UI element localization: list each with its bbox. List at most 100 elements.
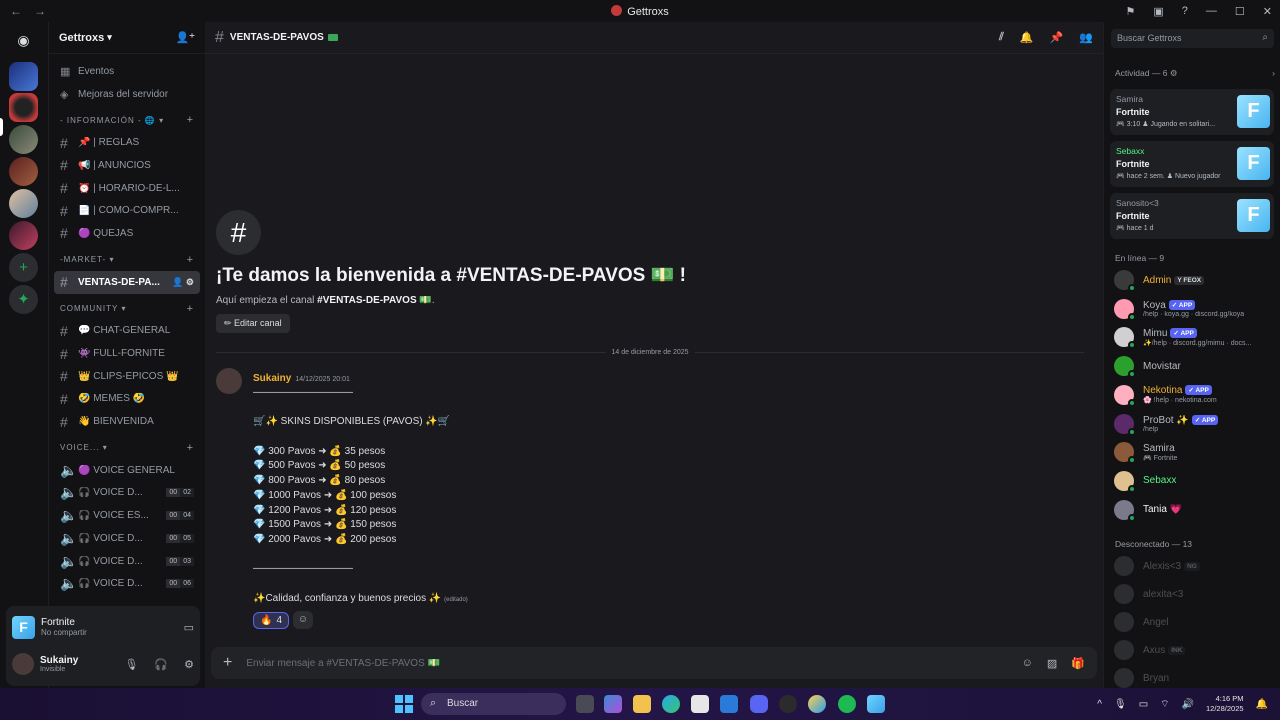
add-channel-icon[interactable]: + <box>187 254 194 266</box>
microphone-icon[interactable]: 🎙 <box>124 658 138 671</box>
member-item[interactable]: Koya ✓ APP/help · koya.gg · discord.gg/ko… <box>1114 295 1274 323</box>
activity-header[interactable]: Actividad — 6 ⚙ › <box>1115 68 1275 79</box>
channel-settings-icon[interactable]: 👤 ⚙ <box>172 277 194 288</box>
reaction-fire[interactable]: 🔥 4 <box>253 612 290 630</box>
channel-quejas[interactable]: # 🟣 QUEJAS <box>54 222 200 245</box>
voice-channel[interactable]: 🔈 🎧 VOICE D... 00 05 <box>54 527 200 550</box>
chevron-up-icon[interactable]: ^ <box>1097 699 1102 710</box>
avatar[interactable] <box>12 653 34 675</box>
channel-chat-general[interactable]: # 💬 CHAT-GENERAL <box>54 320 200 343</box>
explore-icon[interactable]: ✦ <box>9 285 38 314</box>
voice-channel[interactable]: 🔈 🎧 VOICE ES... 00 04 <box>54 504 200 527</box>
member-item[interactable]: Mimu ✓ APP ✨/help · discord.gg/mimu · docs… <box>1114 323 1274 351</box>
task-view-icon[interactable] <box>576 695 594 713</box>
store-icon[interactable] <box>691 695 709 713</box>
copilot-icon[interactable] <box>604 695 622 713</box>
channel-memes[interactable]: # 🤣 MEMES 🤣 <box>54 388 200 411</box>
chrome-icon[interactable] <box>808 695 826 713</box>
taskbar-search[interactable]: ⌕ Buscar <box>421 693 566 715</box>
add-channel-icon[interactable]: + <box>187 442 194 454</box>
member-item[interactable]: Tania 💗 <box>1114 496 1274 524</box>
server-icon-4[interactable] <box>9 157 38 186</box>
camera-icon[interactable]: ▭ <box>1139 699 1148 710</box>
voice-channel[interactable]: 🔈 🎧 VOICE D... 00 06 <box>54 572 200 595</box>
channel-anuncios[interactable]: # 📢 | ANUNCIOS <box>54 154 200 177</box>
sticker-icon[interactable]: ▨ <box>1047 657 1057 670</box>
sidebar-item-events[interactable]: ▦ Eventos <box>54 60 200 83</box>
close-icon[interactable]: ✕ <box>1263 5 1272 18</box>
add-channel-icon[interactable]: + <box>187 303 194 315</box>
screen-share-icon[interactable]: ▭ <box>184 621 194 634</box>
gift-icon[interactable]: 🎁 <box>1071 657 1085 670</box>
pin-icon[interactable]: 📌 <box>1050 31 1064 44</box>
member-item[interactable]: Movistar <box>1114 352 1274 380</box>
edge-icon[interactable] <box>662 695 680 713</box>
maximize-icon[interactable]: ☐ <box>1235 5 1245 18</box>
fortnite-taskbar-icon[interactable] <box>867 695 885 713</box>
channel-bienvenida[interactable]: # 👋 BIENVENIDA <box>54 410 200 433</box>
category-community[interactable]: COMMUNITY ▾ + <box>54 298 200 320</box>
bell-icon[interactable]: 🔔 <box>1020 31 1034 44</box>
voice-channel[interactable]: 🔈 🎧 VOICE D... 00 03 <box>54 550 200 573</box>
emoji-icon[interactable]: ☺ <box>1022 657 1033 670</box>
server-header[interactable]: Gettroxs ▾ 👤⁺ <box>49 22 205 54</box>
channel-full-fornite[interactable]: # 👾 FULL-FORNITE <box>54 342 200 365</box>
help-icon[interactable]: ? <box>1182 5 1188 17</box>
category-info[interactable]: - INFORMACIÓN - 🌐 ▾ + <box>54 109 200 131</box>
channel-horario[interactable]: # ⏰ | HORARIO-DE-L... <box>54 177 200 200</box>
server-icon-3[interactable] <box>9 125 38 154</box>
member-item[interactable]: Samira 🎮 Fortnite <box>1114 438 1274 466</box>
github-icon[interactable] <box>779 695 797 713</box>
microphone-icon[interactable]: 🎙 <box>1114 699 1127 710</box>
discord-taskbar-icon[interactable] <box>750 695 768 713</box>
gear-icon[interactable]: ⚙ <box>184 658 194 671</box>
wifi-icon[interactable]: ⌔ <box>1160 698 1169 711</box>
member-item[interactable]: Sebaxx <box>1114 467 1274 495</box>
voice-channel-general[interactable]: 🔈 🟣 VOICE GENERAL <box>54 459 200 482</box>
activity-card[interactable]: Sanosito<3 Fortnite 🎮 hace 1 d F <box>1110 193 1274 239</box>
volume-icon[interactable]: 🔊 <box>1182 699 1194 710</box>
message-author[interactable]: Sukainy <box>253 373 291 384</box>
member-item[interactable]: Nekotina ✓ APP 🌸 !help · nekotina.com <box>1114 381 1274 409</box>
add-channel-icon[interactable]: + <box>187 114 194 126</box>
activity-status[interactable]: F Fortnite No compartir ▭ <box>12 614 194 640</box>
server-icon-6[interactable] <box>9 221 38 250</box>
channel-como-comprar[interactable]: # 📄 | COMO-COMPR... <box>54 199 200 222</box>
add-reaction-icon[interactable]: ☺ <box>293 611 314 630</box>
flag-icon[interactable]: ⚑ <box>1126 5 1136 18</box>
search-input[interactable]: Buscar Gettroxs ⌕ <box>1111 29 1274 48</box>
channel-reglas[interactable]: # 📌 | REGLAS <box>54 131 200 154</box>
category-voice[interactable]: VOICE... ▾ + <box>54 437 200 459</box>
member-list-icon[interactable]: 👥 <box>1079 31 1093 44</box>
category-market[interactable]: -MARKET- ▾ + <box>54 249 200 271</box>
forward-arrow-icon[interactable]: → <box>34 4 46 18</box>
spotify-icon[interactable] <box>838 695 856 713</box>
clock[interactable]: 4:16 PM 12/28/2025 <box>1206 694 1244 714</box>
threads-icon[interactable]: ⫽ <box>999 31 1004 44</box>
outlook-icon[interactable] <box>720 695 738 713</box>
edit-channel-button[interactable]: ✏ Editar canal <box>216 314 290 333</box>
discord-home-icon[interactable]: ◉ <box>9 26 38 55</box>
inbox-icon[interactable]: ▣ <box>1153 5 1163 18</box>
notifications-icon[interactable]: 🔔 <box>1256 699 1268 710</box>
invite-people-icon[interactable]: 👤⁺ <box>175 31 195 44</box>
back-arrow-icon[interactable]: ← <box>10 4 22 18</box>
activity-card[interactable]: Samira Fortnite 🎮 3:10 ♟ Jugando en soli… <box>1110 89 1274 135</box>
member-item[interactable]: Admin Y FEOX <box>1114 266 1274 294</box>
add-server-icon[interactable]: + <box>9 253 38 282</box>
channel-clips-epicos[interactable]: # 👑 CLIPS-EPICOS 👑 <box>54 365 200 388</box>
activity-card[interactable]: Sebaxx Fortnite 🎮 hace 2 sem. ♟ Nuevo ju… <box>1110 141 1274 187</box>
member-item-offline[interactable]: Axus INK <box>1114 636 1274 664</box>
headphones-icon[interactable]: 🎧 <box>154 658 168 671</box>
attach-plus-icon[interactable]: + <box>223 654 232 672</box>
chevron-right-icon[interactable]: › <box>1272 68 1275 78</box>
minimize-icon[interactable]: — <box>1206 5 1217 17</box>
message-composer[interactable]: + Enviar mensaje a #VENTAS-DE-PAVOS 💵 ☺ … <box>211 647 1097 679</box>
server-icon-1[interactable] <box>9 62 38 91</box>
member-item-offline[interactable]: Angel <box>1114 608 1274 636</box>
file-explorer-icon[interactable] <box>633 695 651 713</box>
member-item[interactable]: ProBot ✨ ✓ APP/help <box>1114 410 1274 438</box>
avatar[interactable] <box>216 368 242 394</box>
member-item-offline[interactable]: alexita<3 <box>1114 580 1274 608</box>
server-icon-gettroxs[interactable] <box>9 93 38 122</box>
